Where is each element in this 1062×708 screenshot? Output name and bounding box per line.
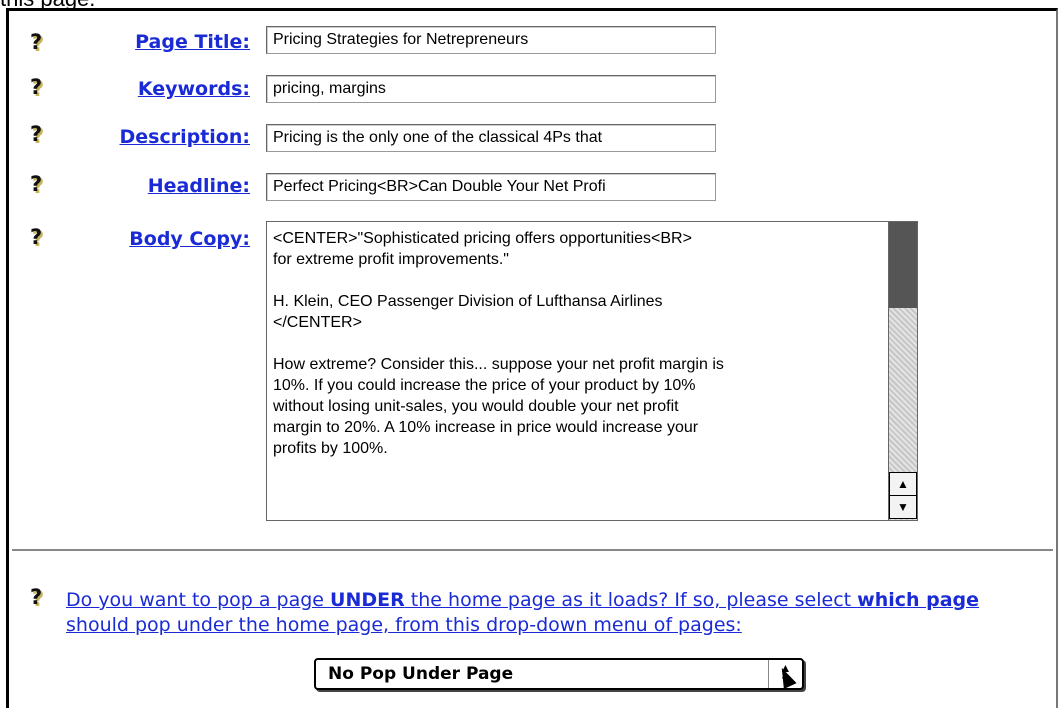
help-icon[interactable]: ? [30,225,52,249]
scroll-up-arrow-icon[interactable]: ▲ [889,472,917,496]
page-title-label[interactable]: Page Title: [135,31,250,53]
page-title-input[interactable]: Pricing Strategies for Netrepreneurs [266,26,716,54]
body-copy-scrollbar[interactable]: ▲ ▼ [888,222,917,520]
body-copy-textarea[interactable]: <CENTER>"Sophisticated pricing offers op… [266,221,918,521]
help-icon[interactable]: ? [30,30,52,54]
help-icon[interactable]: ? [30,75,52,99]
popunder-question[interactable]: Do you want to pop a page UNDER the home… [66,588,1041,638]
help-icon[interactable]: ? [30,122,52,146]
question-bold-1[interactable]: UNDER [330,589,405,611]
body-copy-label[interactable]: Body Copy: [129,228,250,250]
description-input[interactable]: Pricing is the only one of the classical… [266,124,716,152]
headline-input[interactable]: Perfect Pricing<BR>Can Double Your Net P… [266,173,716,201]
scroll-thumb[interactable] [889,222,917,308]
popunder-page-select[interactable]: No Pop Under Page ▲ ▼ [314,658,804,690]
question-text-2[interactable]: the home page as it loads? If so, please… [405,589,857,611]
question-text-1[interactable]: Do you want to pop a page [66,589,330,611]
popunder-selected-value: No Pop Under Page [328,664,514,684]
section-divider [12,549,1053,551]
keywords-input[interactable]: pricing, margins [266,75,716,103]
question-text-3[interactable]: should pop under the home page, from thi… [66,614,742,636]
help-icon[interactable]: ? [30,585,52,609]
help-icon[interactable]: ? [30,172,52,196]
body-copy-text: <CENTER>"Sophisticated pricing offers op… [273,230,724,457]
question-bold-2[interactable]: which page [857,589,979,611]
keywords-label[interactable]: Keywords: [138,78,250,100]
scroll-down-arrow-icon[interactable]: ▼ [889,495,917,519]
description-label[interactable]: Description: [120,126,251,148]
headline-label[interactable]: Headline: [148,175,250,197]
